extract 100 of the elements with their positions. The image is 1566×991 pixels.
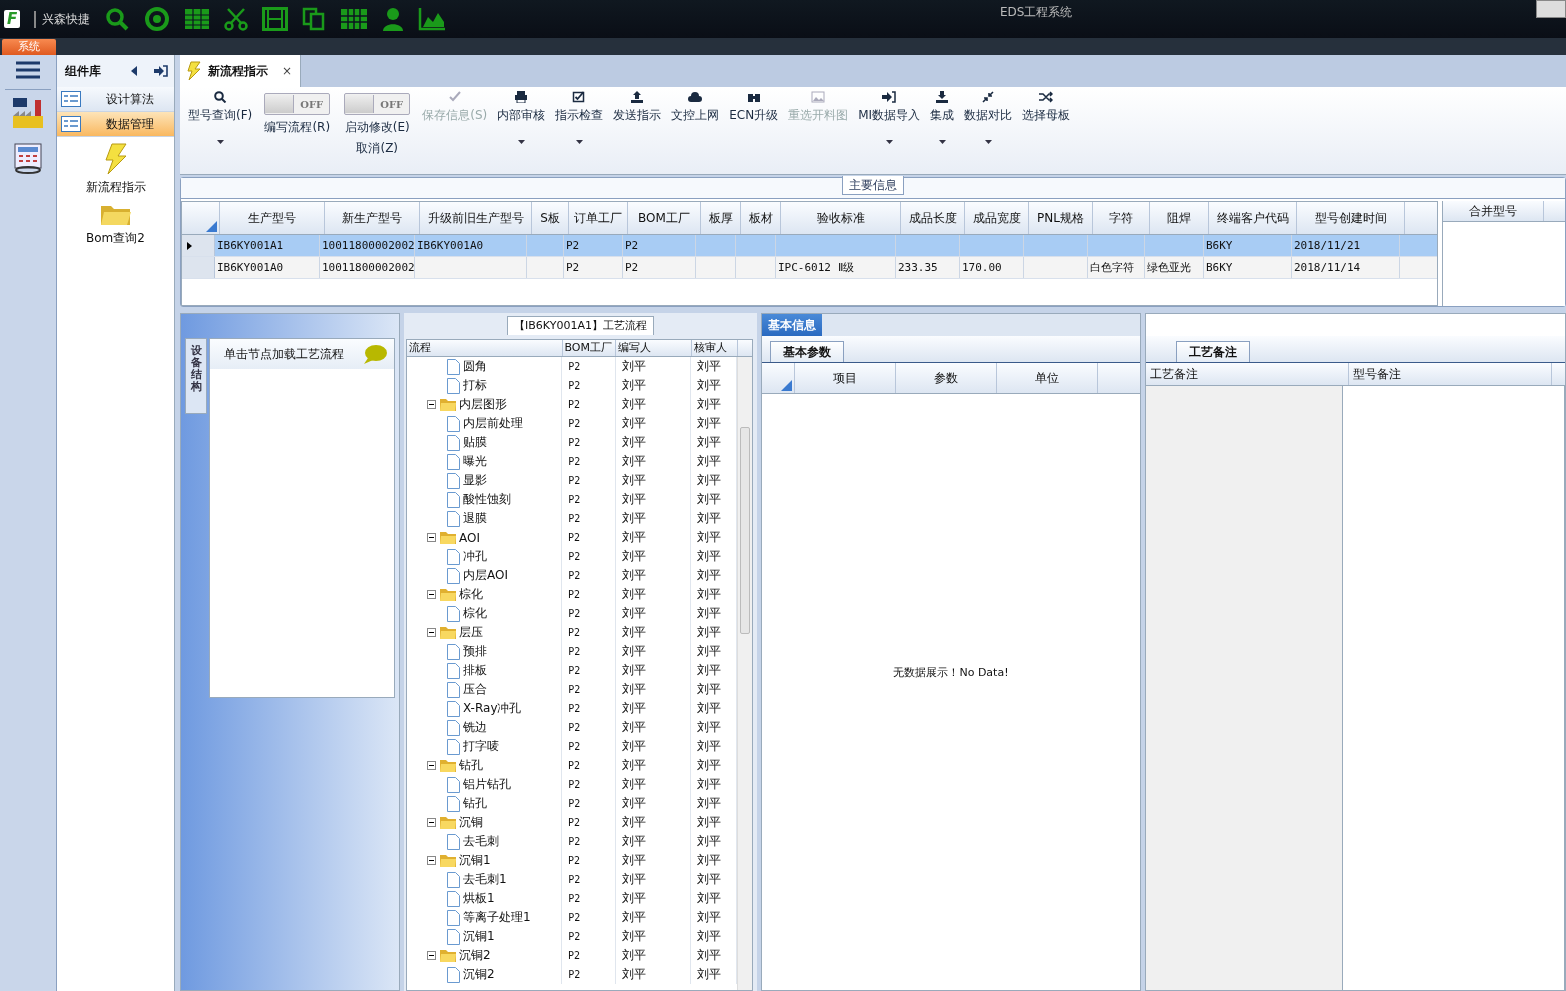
user-icon[interactable] (382, 7, 405, 31)
group-item[interactable]: 数据管理 (57, 112, 174, 137)
copy-icon[interactable] (302, 7, 327, 31)
table-row[interactable]: IB6KY001A0 10011800002002 P2 P2 IPC-6012 Ⅱ级 233.35 170.00 白色字符 绿色亚光 B6KY 2018/11/14 (182, 257, 1437, 279)
column-header[interactable]: 工艺备注 (1146, 363, 1349, 385)
tree-node[interactable]: 预排 (463, 643, 487, 660)
column-header[interactable]: 型号备注 (1349, 363, 1552, 385)
tree-node[interactable]: 去毛刺1 (463, 871, 507, 888)
panel-tab[interactable]: 基本信息 (762, 314, 822, 336)
table-row[interactable]: IB6KY001A1 10011800002002 IB6KY001A0 P2 P2 B6KY 2018/11/21 (182, 235, 1437, 257)
column-header[interactable]: 成品宽度 (965, 202, 1029, 234)
tree-node[interactable]: 钻孔 (459, 757, 483, 774)
tree-node[interactable]: 压合 (463, 681, 487, 698)
window-button[interactable] (1536, 0, 1566, 18)
collapse-toggle-icon[interactable] (427, 856, 436, 865)
column-header[interactable]: 编写人 (616, 340, 693, 356)
toolbar-button[interactable]: 指示检查 (551, 91, 608, 144)
tree-node[interactable]: 棕化 (459, 586, 483, 603)
column-header[interactable]: 字符 (1093, 202, 1150, 234)
group-item[interactable]: 设计算法 (57, 87, 174, 112)
table-icon[interactable] (184, 8, 211, 30)
column-header[interactable]: 板材 (741, 202, 781, 234)
collapse-toggle-icon[interactable] (427, 951, 436, 960)
tree-node[interactable]: 圆角 (463, 358, 487, 375)
tree-node[interactable]: 铝片钻孔 (463, 776, 511, 793)
document-tab[interactable]: 新流程指示 × (180, 55, 302, 87)
component-item[interactable]: Bom查询2 (86, 230, 145, 247)
tree-node[interactable]: 内层图形 (459, 396, 507, 413)
column-header[interactable]: BOM工厂 (562, 340, 617, 356)
column-header[interactable]: 板厚 (701, 202, 741, 234)
scrollbar[interactable] (737, 357, 752, 990)
tree-node[interactable]: 去毛刺 (463, 833, 499, 850)
column-header[interactable]: 新生产型号 (325, 202, 420, 234)
tree-node[interactable]: 沉铜 (459, 814, 483, 831)
tree-node[interactable]: 内层AOI (463, 567, 508, 584)
column-header[interactable]: S板 (532, 202, 569, 234)
tree-node[interactable]: 打字唛 (463, 738, 499, 755)
sub-tab[interactable]: 工艺备注 (1176, 341, 1250, 362)
lifebuoy-icon[interactable] (144, 6, 171, 32)
menu-icon[interactable] (16, 61, 40, 79)
tree-node[interactable]: 退膜 (463, 510, 487, 527)
tree-node[interactable]: 钻孔 (463, 795, 487, 812)
column-header[interactable]: 订单工厂 (569, 202, 628, 234)
collapse-arrow-icon[interactable] (130, 66, 138, 76)
tree-node[interactable]: 贴膜 (463, 434, 487, 451)
search-icon[interactable] (104, 6, 131, 32)
column-header[interactable]: 成品长度 (901, 202, 965, 234)
toggle-switch[interactable]: OFF (344, 93, 411, 115)
toolbar-button[interactable]: 集成 (926, 91, 959, 144)
tree-node[interactable]: 显影 (463, 472, 487, 489)
column-header[interactable]: 参数 (896, 363, 997, 393)
column-header[interactable]: 升级前旧生产型号 (420, 202, 532, 234)
toolbar-button[interactable]: MI数据导入 (854, 91, 925, 144)
toolbar-button[interactable]: 型号查询(F) (184, 91, 257, 144)
collapse-toggle-icon[interactable] (427, 761, 436, 770)
factory-icon[interactable] (11, 96, 45, 130)
toggle-switch[interactable]: OFF (264, 93, 331, 115)
tree-node[interactable]: 沉铜1 (459, 852, 491, 869)
column-header[interactable]: 生产型号 (220, 202, 325, 234)
column-header[interactable]: 阻焊 (1150, 202, 1209, 234)
collapse-toggle-icon[interactable] (427, 400, 436, 409)
collapse-toggle-icon[interactable] (427, 533, 436, 542)
collapse-toggle-icon[interactable] (427, 818, 436, 827)
column-header[interactable]: 单位 (997, 363, 1098, 393)
column-header[interactable]: PNL规格 (1029, 202, 1093, 234)
scissors-icon[interactable] (224, 7, 249, 31)
tree-node[interactable]: 铣边 (463, 719, 487, 736)
component-item[interactable]: 新流程指示 (85, 179, 146, 196)
tree-node[interactable]: 酸性蚀刻 (463, 491, 511, 508)
lightning-icon[interactable] (102, 143, 129, 175)
tree-node[interactable]: 曝光 (463, 453, 487, 470)
column-header[interactable]: 核审人 (692, 340, 738, 356)
grid-icon[interactable] (340, 8, 369, 30)
film-icon[interactable] (262, 7, 289, 31)
column-header[interactable]: 项目 (795, 363, 896, 393)
tree-node[interactable]: X-Ray冲孔 (463, 700, 522, 717)
tree-node[interactable]: 等离子处理1 (463, 909, 531, 926)
tree-node[interactable]: 烘板1 (463, 890, 495, 907)
toolbar-button[interactable]: 数据对比 (960, 91, 1017, 144)
column-header[interactable]: BOM工厂 (628, 202, 701, 234)
collapse-toggle-icon[interactable] (427, 590, 436, 599)
close-button[interactable]: × (282, 64, 293, 78)
tree-node[interactable]: 层压 (459, 624, 483, 641)
vertical-tab[interactable]: 设备结构 (185, 338, 207, 414)
panel-tab[interactable]: 【IB6KY001A1】工艺流程 (507, 316, 654, 335)
column-header[interactable]: 终端客户代码 (1209, 202, 1297, 234)
area-chart-icon[interactable] (418, 7, 447, 31)
toolbar-button[interactable]: ECN升级 (725, 91, 783, 124)
column-header[interactable]: 型号创建时间 (1297, 202, 1405, 234)
toolbar-button[interactable]: 发送指示 (609, 91, 666, 124)
sign-in-icon[interactable] (154, 65, 168, 77)
tree-node[interactable]: 排板 (463, 662, 487, 679)
tree-node[interactable]: 棕化 (463, 605, 487, 622)
sub-tab[interactable]: 基本参数 (770, 341, 844, 362)
column-header[interactable]: 验收标准 (781, 202, 901, 234)
column-header[interactable]: 流程 (407, 340, 563, 356)
tree-node[interactable]: 冲孔 (463, 548, 487, 565)
tree-node[interactable]: 打标 (463, 377, 487, 394)
tree-node[interactable]: 沉铜2 (463, 966, 495, 983)
tree-node[interactable]: 沉铜2 (459, 947, 491, 964)
